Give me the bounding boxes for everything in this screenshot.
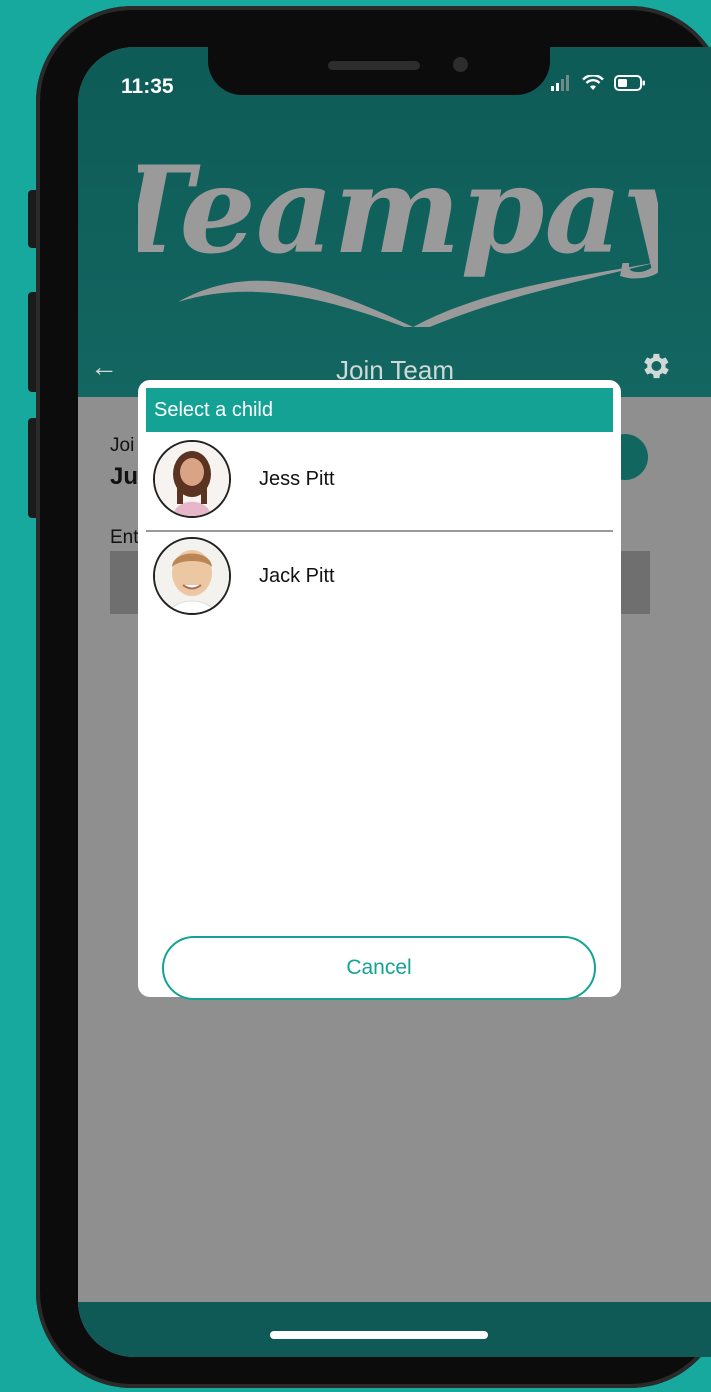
home-indicator[interactable] xyxy=(270,1331,488,1339)
background-label-ju: Ju xyxy=(110,463,139,490)
child-list-item[interactable]: Jess Pitt xyxy=(146,432,613,528)
background-label-joi: Joi xyxy=(110,435,135,456)
bottom-bar xyxy=(78,1302,711,1357)
child-boy-photo xyxy=(155,539,229,613)
app-header: 11:35 Teampay xyxy=(78,47,711,397)
svg-text:Teampay: Teampay xyxy=(138,140,658,281)
status-icons xyxy=(550,75,646,91)
child-name: Jess Pitt xyxy=(259,468,335,490)
cancel-button[interactable]: Cancel xyxy=(162,936,596,1000)
battery-icon xyxy=(614,75,645,91)
wifi-icon xyxy=(582,75,604,90)
avatar xyxy=(153,537,231,615)
child-list-item[interactable]: Jack Pitt xyxy=(146,529,613,625)
teampay-logo: Teampay xyxy=(138,140,658,327)
speaker-grille xyxy=(328,61,420,70)
avatar xyxy=(153,440,231,518)
background-label-ent: Ent xyxy=(110,527,139,548)
child-girl-photo xyxy=(155,442,229,516)
front-camera xyxy=(453,57,468,72)
signal-icon xyxy=(551,75,569,91)
phone-notch xyxy=(208,47,550,95)
status-time: 11:35 xyxy=(121,75,174,98)
child-name: Jack Pitt xyxy=(259,565,335,587)
gear-icon[interactable] xyxy=(638,349,672,383)
app-screen: 11:35 Teampay xyxy=(78,47,711,1357)
select-child-dialog: Select a child Jess Pitt Jack Pitt Cance… xyxy=(138,380,621,1000)
dialog-title: Select a child xyxy=(146,388,613,432)
